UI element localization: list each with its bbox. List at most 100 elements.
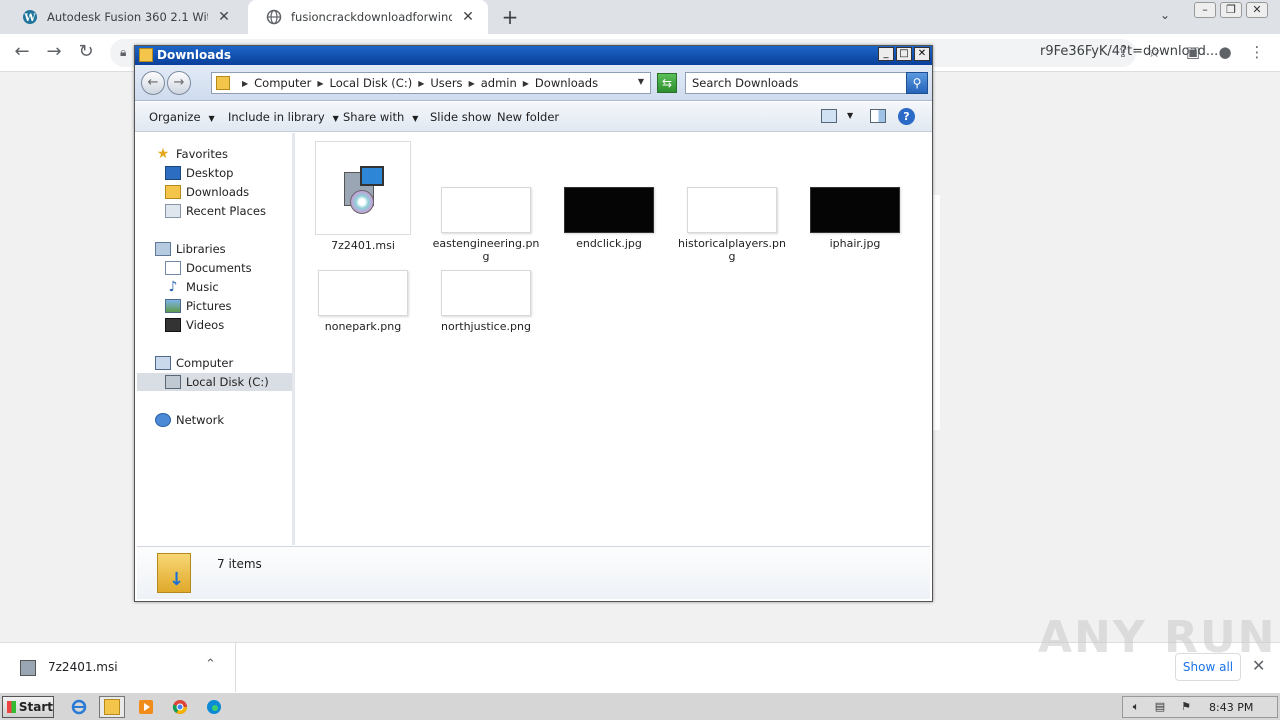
image-thumbnail-icon [441, 187, 531, 233]
taskbar-chrome[interactable] [167, 696, 193, 718]
folder-icon [139, 48, 153, 62]
close-icon[interactable]: ✕ [460, 9, 476, 25]
nav-music[interactable]: ♪ Music [165, 278, 219, 296]
chevron-down-icon: ▼ [332, 114, 339, 123]
chevron-down-icon: ▼ [412, 114, 419, 123]
breadcrumb[interactable]: ▶ Computer ▶ Local Disk (C:) ▶ Users ▶ a… [211, 72, 651, 94]
chevron-down-icon: ▼ [208, 114, 215, 123]
chevron-right-icon[interactable]: ▶ [418, 79, 424, 88]
explorer-window: Downloads _ □ ✕ ← → ▶ Computer ▶ Local D… [134, 45, 933, 602]
nav-label: Computer [176, 356, 234, 370]
back-button[interactable]: ← [141, 71, 165, 95]
chevron-right-icon[interactable]: ▶ [317, 79, 323, 88]
network-tray-icon[interactable]: ▤ [1153, 701, 1167, 713]
share-icon[interactable]: ⇪ [1112, 43, 1134, 61]
breadcrumb-users[interactable]: Users [430, 76, 462, 90]
documents-icon [165, 261, 181, 275]
nav-local-disk[interactable]: Local Disk (C:) [137, 373, 292, 391]
preview-pane-icon[interactable] [870, 109, 886, 123]
taskbar-edge[interactable] [201, 696, 227, 718]
nav-label: Desktop [186, 166, 234, 180]
side-panel-icon[interactable]: ▣ [1182, 43, 1204, 61]
explorer-titlebar[interactable]: Downloads _ □ ✕ [135, 46, 932, 65]
tab-autodesk[interactable]: W Autodesk Fusion 360 2.1 With Offline ✕ [4, 0, 244, 34]
search-input[interactable]: Search Downloads [685, 72, 907, 94]
nav-pictures[interactable]: Pictures [165, 297, 232, 315]
close-window-button[interactable]: ✕ [1246, 2, 1268, 18]
breadcrumb-downloads[interactable]: Downloads [535, 76, 598, 90]
bookmark-star-icon[interactable]: ☆ [1143, 43, 1165, 61]
include-in-library-menu[interactable]: Include in library ▼ [228, 110, 339, 124]
chevron-right-icon[interactable]: ▶ [469, 79, 475, 88]
nav-label: Network [176, 413, 225, 427]
download-item[interactable]: 7z2401.msi ⌃ [0, 643, 236, 693]
restore-button[interactable]: ❐ [1220, 2, 1242, 18]
start-label: Start [18, 700, 53, 714]
reload-icon[interactable]: ↻ [74, 41, 98, 65]
organize-menu[interactable]: Organize ▼ [149, 110, 215, 124]
taskbar-explorer[interactable] [99, 696, 125, 718]
window-title: Downloads [157, 48, 232, 62]
nav-label: Documents [186, 261, 252, 275]
file-item[interactable]: 7z2401.msi [308, 141, 418, 252]
breadcrumb-local-disk[interactable]: Local Disk (C:) [329, 76, 412, 90]
nav-videos[interactable]: Videos [165, 316, 224, 334]
start-button[interactable]: Start [2, 696, 54, 718]
share-with-menu[interactable]: Share with ▼ [343, 110, 418, 124]
nav-favorites[interactable]: ★ Favorites [155, 145, 228, 163]
nav-label: Downloads [186, 185, 250, 199]
volume-icon[interactable]: 🔈︎ [1129, 701, 1143, 713]
lock-icon: 🔒︎ [120, 45, 127, 59]
maximize-button[interactable]: □ [896, 47, 912, 61]
file-item[interactable]: endclick.jpg [554, 187, 664, 250]
breadcrumb-admin[interactable]: admin [481, 76, 517, 90]
nav-recent-places[interactable]: Recent Places [165, 202, 266, 220]
close-icon[interactable]: ✕ [1252, 656, 1265, 675]
chevron-down-icon[interactable]: ▼ [638, 77, 644, 86]
profile-avatar-icon[interactable]: ● [1214, 43, 1236, 61]
nav-network[interactable]: Network [155, 411, 224, 429]
forward-arrow-icon[interactable]: → [42, 41, 66, 65]
chevron-up-icon[interactable]: ⌃ [205, 657, 216, 672]
search-icon[interactable]: ⚲ [906, 72, 928, 94]
file-item[interactable]: nonepark.png [308, 270, 418, 333]
breadcrumb-computer[interactable]: Computer [254, 76, 311, 90]
taskbar-media-player[interactable] [133, 696, 159, 718]
show-all-button[interactable]: Show all [1175, 653, 1241, 681]
file-item[interactable]: iphair.jpg [800, 187, 910, 250]
menu-kebab-icon[interactable]: ⋮ [1246, 43, 1268, 61]
tab-search-chevron-icon[interactable]: ⌄ [1160, 8, 1170, 22]
nav-downloads[interactable]: Downloads [165, 183, 249, 201]
tab-fusioncrack[interactable]: fusioncrackdownloadforwindows ✕ [248, 0, 488, 34]
file-item[interactable]: eastengineering.png [431, 187, 541, 263]
slide-show-button[interactable]: Slide show [430, 110, 491, 124]
change-view-icon[interactable] [821, 109, 837, 123]
minimize-button[interactable]: _ [878, 47, 894, 61]
back-arrow-icon[interactable]: ← [10, 41, 34, 65]
navigation-pane: ★ Favorites Desktop Downloads Recent Plac… [137, 133, 295, 545]
close-window-button[interactable]: ✕ [914, 47, 930, 61]
minimize-button[interactable]: – [1194, 2, 1216, 18]
nav-documents[interactable]: Documents [165, 259, 252, 277]
close-icon[interactable]: ✕ [216, 9, 232, 25]
chevron-down-icon[interactable]: ▼ [847, 111, 853, 120]
help-icon[interactable]: ? [898, 108, 915, 125]
globe-icon [266, 9, 282, 25]
action-center-flag-icon[interactable]: ⚑ [1179, 701, 1193, 713]
file-item[interactable]: northjustice.png [431, 270, 541, 333]
chevron-right-icon[interactable]: ▶ [523, 79, 529, 88]
nav-desktop[interactable]: Desktop [165, 164, 233, 182]
file-name: historicalplayers.png [678, 237, 786, 263]
new-tab-button[interactable]: + [498, 5, 522, 29]
forward-button[interactable]: → [167, 71, 191, 95]
taskbar-internet-explorer[interactable] [66, 696, 92, 718]
nav-libraries[interactable]: Libraries [155, 240, 226, 258]
file-item[interactable]: historicalplayers.png [677, 187, 787, 263]
refresh-icon[interactable]: ⇆ [657, 73, 677, 93]
nav-computer[interactable]: Computer [155, 354, 233, 372]
new-folder-button[interactable]: New folder [497, 110, 559, 124]
chevron-right-icon[interactable]: ▶ [242, 79, 248, 88]
clock[interactable]: 8:43 PM [1209, 701, 1253, 714]
installer-disc-shape [350, 190, 374, 214]
nav-label: Videos [186, 318, 225, 332]
